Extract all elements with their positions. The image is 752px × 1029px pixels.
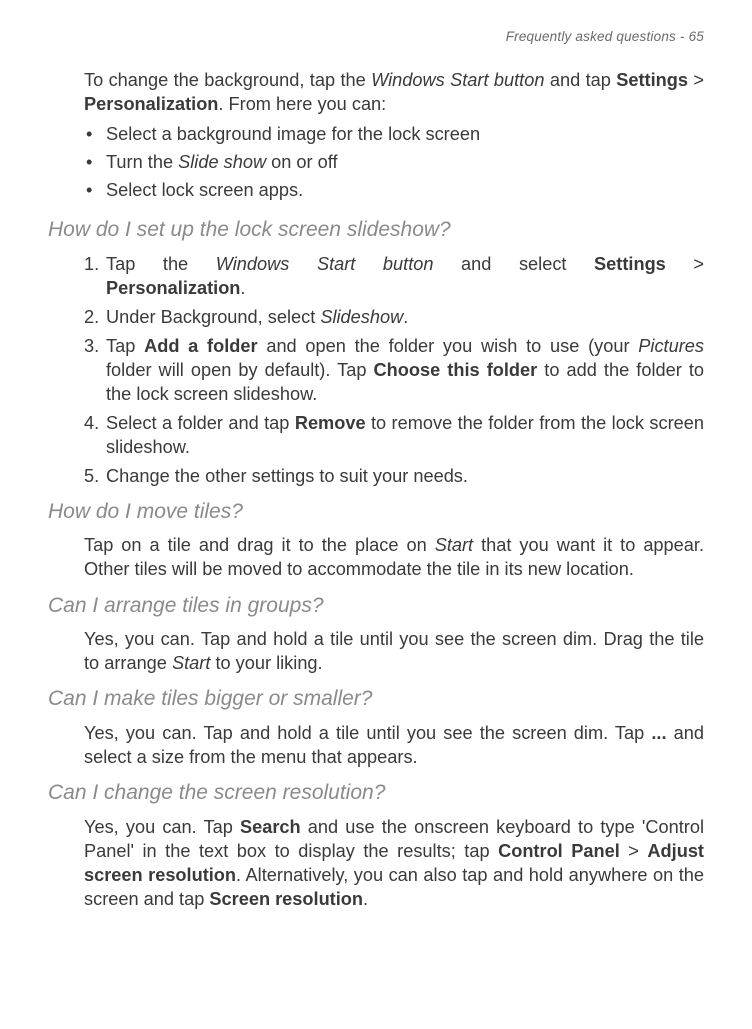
list-item: Tap the Windows Start button and select … xyxy=(84,252,704,300)
body-paragraph: Tap on a tile and drag it to the place o… xyxy=(84,533,704,581)
text-italic: Windows Start button xyxy=(371,70,544,90)
text: on or off xyxy=(266,152,337,172)
text-bold: Search xyxy=(240,817,301,837)
text: . xyxy=(363,889,368,909)
text: Select a background image for the lock s… xyxy=(106,124,480,144)
text: > xyxy=(666,254,704,274)
text: and select xyxy=(433,254,594,274)
text-bold: Choose this folder xyxy=(374,360,538,380)
numbered-list: Tap the Windows Start button and select … xyxy=(84,252,704,488)
text-italic: Slide show xyxy=(178,152,266,172)
text-bold: Screen resolution xyxy=(209,889,363,909)
section-heading: How do I move tiles? xyxy=(48,498,704,526)
body-paragraph: Yes, you can. Tap Search and use the ons… xyxy=(84,815,704,911)
text: Tap xyxy=(106,336,144,356)
text-italic: Start xyxy=(172,653,210,673)
text: Select a folder and tap xyxy=(106,413,295,433)
body-paragraph: Yes, you can. Tap and hold a tile until … xyxy=(84,721,704,769)
list-item: Turn the Slide show on or off xyxy=(84,150,704,174)
text: . From here you can: xyxy=(218,94,386,114)
text-bold: Settings xyxy=(616,70,688,90)
text: Yes, you can. Tap xyxy=(84,817,240,837)
list-item: Under Background, select Slideshow. xyxy=(84,305,704,329)
text-italic: Start xyxy=(435,535,473,555)
page-header: Frequently asked questions - 65 xyxy=(48,28,704,46)
text: To change the background, tap the xyxy=(84,70,371,90)
list-item: Select a folder and tap Remove to remove… xyxy=(84,411,704,459)
bullet-list: Select a background image for the lock s… xyxy=(84,122,704,202)
list-item: Change the other settings to suit your n… xyxy=(84,464,704,488)
text: Change the other settings to suit your n… xyxy=(106,466,468,486)
text: Yes, you can. Tap and hold a tile until … xyxy=(84,723,651,743)
list-item: Select a background image for the lock s… xyxy=(84,122,704,146)
text: and open the folder you wish to use (you… xyxy=(258,336,639,356)
text: > xyxy=(688,70,704,90)
text-bold: Remove xyxy=(295,413,366,433)
text-bold: Settings xyxy=(594,254,666,274)
section-heading: Can I make tiles bigger or smaller? xyxy=(48,685,704,713)
text-bold: Personalization xyxy=(106,278,240,298)
body-paragraph: Yes, you can. Tap and hold a tile until … xyxy=(84,627,704,675)
text-italic: Pictures xyxy=(638,336,704,356)
text-bold: Add a folder xyxy=(144,336,258,356)
section-heading: Can I change the screen resolution? xyxy=(48,779,704,807)
intro-paragraph: To change the background, tap the Window… xyxy=(84,68,704,116)
text-bold: ... xyxy=(651,723,666,743)
text-bold: Control Panel xyxy=(498,841,620,861)
section-heading: Can I arrange tiles in groups? xyxy=(48,592,704,620)
text: folder will open by default). Tap xyxy=(106,360,374,380)
text: Tap the xyxy=(106,254,216,274)
text: Select lock screen apps. xyxy=(106,180,303,200)
text: > xyxy=(620,841,648,861)
text: and tap xyxy=(544,70,616,90)
text: . xyxy=(403,307,408,327)
text-italic: Slideshow xyxy=(320,307,403,327)
text: . xyxy=(240,278,245,298)
text: Tap on a tile and drag it to the place o… xyxy=(84,535,435,555)
text-italic: Windows Start button xyxy=(216,254,434,274)
text: Turn the xyxy=(106,152,178,172)
text-bold: Personalization xyxy=(84,94,218,114)
section-heading: How do I set up the lock screen slidesho… xyxy=(48,216,704,244)
text: to your liking. xyxy=(210,653,322,673)
list-item: Select lock screen apps. xyxy=(84,178,704,202)
text: Under Background, select xyxy=(106,307,320,327)
list-item: Tap Add a folder and open the folder you… xyxy=(84,334,704,406)
